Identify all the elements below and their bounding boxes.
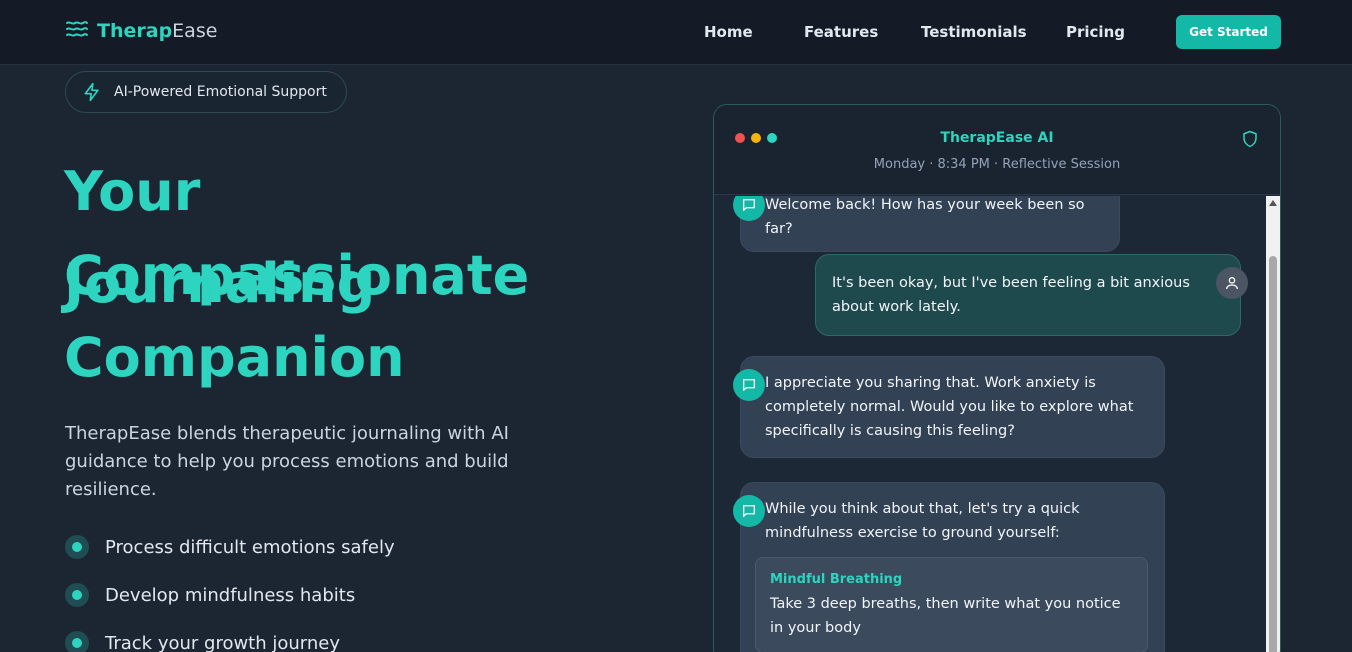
- lightning-icon: [82, 82, 102, 102]
- chat-bubble-icon: [733, 495, 765, 527]
- brand-name: TherapEase: [97, 20, 218, 42]
- exercise-title: Mindful Breathing: [770, 572, 903, 587]
- feature-label: Track your growth journey: [105, 632, 341, 652]
- scroll-up-arrow-icon[interactable]: [1269, 200, 1277, 206]
- nav-pricing[interactable]: Pricing: [1066, 23, 1125, 41]
- feature-label: Develop mindfulness habits: [105, 584, 356, 606]
- nav-home[interactable]: Home: [704, 23, 753, 41]
- chat-title: TherapEase AI: [940, 130, 1054, 146]
- hero-subtitle: TherapEase blends therapeutic journaling…: [65, 423, 509, 500]
- user-message: It's been okay, but I've been feeling a …: [815, 254, 1241, 336]
- feature-item: Process difficult emotions safely: [65, 535, 395, 559]
- user-icon: [1216, 267, 1248, 299]
- feature-label: Process difficult emotions safely: [105, 536, 395, 558]
- badge-label: AI-Powered Emotional Support: [114, 84, 327, 100]
- hero-title-line-1: Your Compassionate: [64, 160, 530, 307]
- shield-icon: [1241, 130, 1259, 152]
- nav-features[interactable]: Features: [804, 23, 878, 41]
- ai-message: While you think about that, let's try a …: [740, 482, 1165, 652]
- logo[interactable]: TherapEase: [65, 20, 217, 42]
- bullet-icon: [65, 631, 89, 652]
- message-text: I appreciate you sharing that. Work anxi…: [765, 375, 1134, 439]
- message-text: Welcome back! How has your week been so …: [765, 197, 1085, 237]
- message-text: It's been okay, but I've been feeling a …: [832, 275, 1190, 315]
- exercise-body: Take 3 deep breaths, then write what you…: [770, 596, 1121, 636]
- top-nav-bar: TherapEase Home Features Testimonials Pr…: [0, 0, 1352, 65]
- chat-bubble-icon: [733, 369, 765, 401]
- hero-title-line-2: Journaling: [64, 252, 376, 315]
- chat-scrollbar[interactable]: [1266, 196, 1280, 652]
- ai-message: I appreciate you sharing that. Work anxi…: [740, 356, 1165, 458]
- get-started-button[interactable]: Get Started: [1176, 15, 1281, 49]
- waves-icon: [65, 20, 89, 42]
- ai-message: Welcome back! How has your week been so …: [740, 196, 1120, 252]
- exercise-card[interactable]: Mindful Breathing Take 3 deep breaths, t…: [755, 557, 1148, 652]
- message-list[interactable]: Welcome back! How has your week been so …: [714, 196, 1266, 652]
- hero-title: Your Compassionate Journaling Companion: [64, 150, 684, 400]
- feature-item: Develop mindfulness habits: [65, 583, 355, 607]
- chat-header: TherapEase AI Monday · 8:34 PM · Reflect…: [714, 105, 1280, 195]
- nav-testimonials[interactable]: Testimonials: [921, 23, 1027, 41]
- bullet-icon: [65, 535, 89, 559]
- bullet-icon: [65, 583, 89, 607]
- scroll-thumb[interactable]: [1269, 256, 1277, 652]
- chat-preview-window: TherapEase AI Monday · 8:34 PM · Reflect…: [713, 104, 1281, 652]
- hero-title-line-3: Companion: [64, 326, 405, 389]
- message-text: While you think about that, let's try a …: [765, 501, 1080, 541]
- feature-item: Track your growth journey: [65, 631, 340, 652]
- chat-session-meta: Monday · 8:34 PM · Reflective Session: [873, 157, 1121, 172]
- ai-support-badge: AI-Powered Emotional Support: [65, 71, 347, 113]
